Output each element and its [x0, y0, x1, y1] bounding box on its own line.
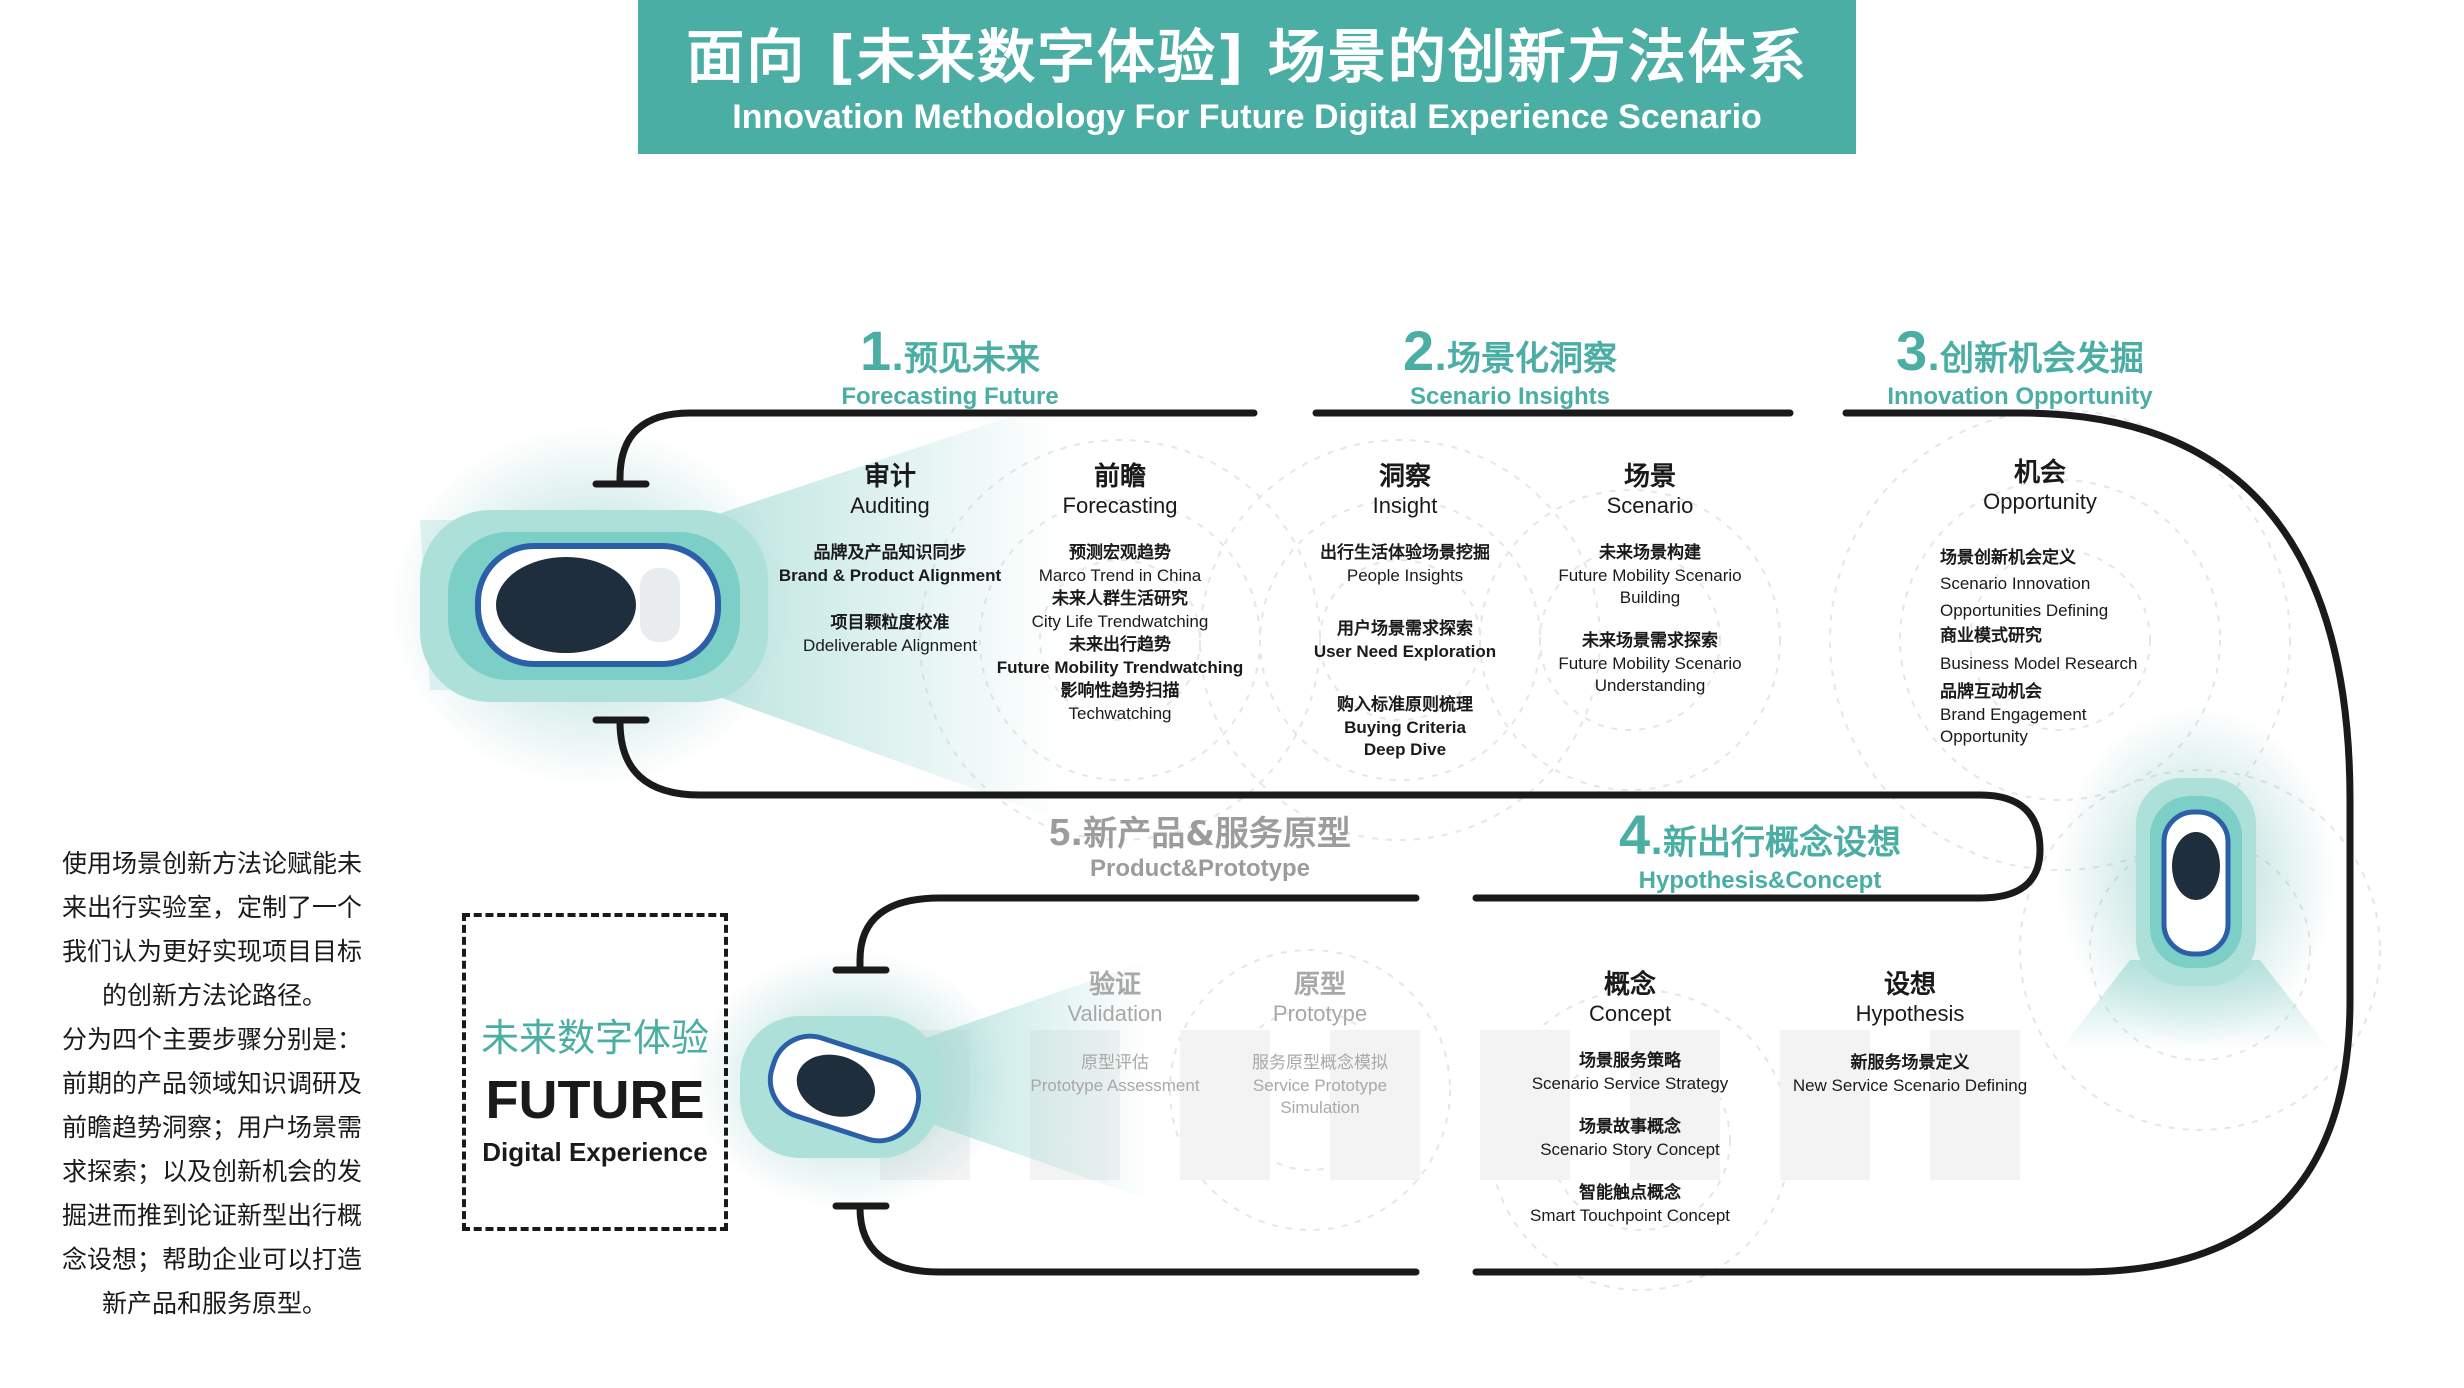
description-line: 前期的产品领域知识调研及 — [62, 1069, 363, 1098]
item-en: Scenario Story Concept — [1540, 1140, 1720, 1159]
step-2-heading: 2.场景化洞察 Scenario Insights — [1340, 318, 1680, 411]
description-line: 我们认为更好实现项目目标 — [62, 937, 363, 966]
step-3-column-heading: 机会 Opportunity — [1940, 452, 2140, 515]
step-4-title-en: Hypothesis&Concept — [1638, 867, 1882, 894]
step-2-title-en: Scenario Insights — [1409, 383, 1611, 410]
item-en: Service Prototype Simulation — [1252, 1076, 1388, 1117]
item-cn: 用户场景需求探索 — [1337, 619, 1473, 639]
step-3-heading: 3.创新机会发掘 Innovation Opportunity — [1860, 318, 2180, 411]
step-4-column-concept: 概念 Concept 场景服务策略 Scenario Service Strat… — [1510, 964, 1750, 1227]
item-en: Buying Criteria Deep Dive — [1344, 718, 1466, 759]
column-title-cn: 概念 — [1603, 970, 1656, 1000]
future-box: 未来数字体验 FUTURE Digital Experience — [462, 913, 728, 1231]
item-en: Smart Touchpoint Concept — [1529, 1206, 1731, 1225]
column-title-en: Forecasting — [1062, 493, 1178, 518]
future-box-big: FUTURE — [485, 1070, 705, 1130]
description-line: 掘进而推到论证新型出行概 — [62, 1201, 363, 1230]
car-icon-1 — [475, 543, 721, 667]
column-title-en: Scenario — [1606, 493, 1694, 518]
step-5-heading: 5.新产品&服务原型 Product&Prototype — [1030, 806, 1370, 883]
step-5-column-validation: 验证 Validation 原型评估 Prototype Assessment — [1010, 964, 1220, 1097]
item-en: Future Mobility Scenario Building — [1558, 566, 1742, 607]
step-2-title-cn: .场景化洞察 — [1434, 339, 1618, 379]
column-title-en: Opportunity — [1983, 489, 2097, 514]
item-cn: 未来出行趋势 — [1069, 635, 1171, 655]
item-en: Business Model Research — [1940, 654, 2138, 673]
step-4-column-hypothesis: 设想 Hypothesis 新服务场景定义 New Service Scenar… — [1770, 964, 2050, 1097]
item-cn: 商业模式研究 — [1940, 626, 2042, 646]
step-1-title-cn: .预见未来 — [891, 339, 1041, 379]
description-line: 新产品和服务原型。 — [102, 1289, 328, 1318]
step-1-heading: 1.预见未来 Forecasting Future — [790, 318, 1110, 411]
column-title-cn: 场景 — [1623, 462, 1676, 492]
column-title-en: Insight — [1372, 493, 1438, 518]
item-cn: 场景创新机会定义 — [1940, 548, 2076, 568]
item-cn: 服务原型概念模拟 — [1252, 1053, 1388, 1073]
step-4-number: 4 — [1618, 803, 1651, 866]
column-title-cn: 验证 — [1088, 970, 1141, 1000]
item-en: Future Mobility Trendwatching — [996, 658, 1244, 677]
column-title-cn: 洞察 — [1378, 462, 1431, 492]
step-5-column-prototype: 原型 Prototype 服务原型概念模拟 Service Prototype … — [1225, 964, 1415, 1119]
column-title-cn: 设想 — [1883, 970, 1936, 1000]
item-en: Scenario Innovation Opportunities Defini… — [1940, 574, 2109, 620]
step-2-column-scenario: 场景 Scenario 未来场景构建 Future Mobility Scena… — [1545, 456, 1755, 697]
description-line: 念设想；帮助企业可以打造 — [62, 1245, 363, 1274]
item-cn: 出行生活体验场景挖掘 — [1320, 543, 1490, 563]
step-5-title-en: Product&Prototype — [1089, 855, 1310, 882]
description-line: 使用场景创新方法论赋能未 — [62, 849, 363, 878]
step-2-number: 2 — [1402, 319, 1435, 382]
item-cn: 原型评估 — [1081, 1053, 1149, 1073]
description-text: 使用场景创新方法论赋能未 来出行实验室，定制了一个 我们认为更好实现项目目标 的… — [62, 842, 388, 1326]
step-3-title-cn: .创新机会发掘 — [1927, 339, 2145, 379]
item-cn: 场景故事概念 — [1579, 1117, 1681, 1137]
item-en: Marco Trend in China — [1038, 566, 1202, 585]
item-cn: 新服务场景定义 — [1850, 1053, 1970, 1073]
item-cn: 未来场景需求探索 — [1582, 631, 1718, 651]
item-cn: 预测宏观趋势 — [1069, 543, 1171, 563]
item-en: People Insights — [1346, 566, 1464, 585]
description-line: 前瞻趋势洞察；用户场景需 — [62, 1113, 363, 1142]
item-cn: 智能触点概念 — [1579, 1183, 1681, 1203]
step-1-title-en: Forecasting Future — [841, 383, 1059, 410]
column-title-cn: 原型 — [1293, 970, 1346, 1000]
step-5-number: 5 — [1049, 812, 1071, 854]
item-cn: 购入标准原则梳理 — [1337, 695, 1473, 715]
column-title-en: Concept — [1589, 1001, 1671, 1026]
step-3-title-en: Innovation Opportunity — [1887, 383, 2153, 410]
column-title-cn: 机会 — [2013, 458, 2066, 488]
step-4-heading: 4.新出行概念设想 Hypothesis&Concept — [1580, 802, 1940, 895]
description-line: 分为四个主要步骤分别是： — [62, 1025, 363, 1054]
step-3-column-opportunity: 场景创新机会定义 Scenario Innovation Opportuniti… — [1940, 546, 2160, 748]
item-cn: 影响性趋势扫描 — [1060, 681, 1180, 701]
item-cn: 场景服务策略 — [1579, 1051, 1681, 1071]
item-en: City Life Trendwatching — [1031, 612, 1209, 631]
description-line: 来出行实验室，定制了一个 — [62, 893, 363, 922]
future-box-sub: Digital Experience — [482, 1137, 708, 1167]
column-title-cn: 前瞻 — [1093, 462, 1146, 492]
step-1-column-forecasting: 前瞻 Forecasting 预测宏观趋势 Marco Trend in Chi… — [970, 456, 1270, 725]
future-box-cn: 未来数字体验 — [480, 1016, 709, 1060]
description-line: 求探索；以及创新机会的发 — [62, 1157, 363, 1186]
item-en: Brand Engagement Opportunity — [1940, 705, 2087, 746]
item-en: Techwatching — [1068, 704, 1172, 723]
item-en: Prototype Assessment — [1030, 1076, 1200, 1095]
item-en: New Service Scenario Defining — [1792, 1076, 2028, 1095]
step-5-title-cn: .新产品&服务原型 — [1070, 814, 1351, 854]
description-line: 的创新方法论路径。 — [102, 981, 328, 1010]
step-4-title-cn: .新出行概念设想 — [1650, 823, 1902, 863]
item-en: User Need Exploration — [1313, 642, 1497, 661]
step-1-number: 1 — [859, 319, 892, 382]
step-3-number: 3 — [1895, 319, 1928, 382]
item-cn: 未来场景构建 — [1599, 543, 1701, 563]
column-title-en: Prototype — [1272, 1001, 1368, 1026]
item-cn: 品牌互动机会 — [1940, 682, 2042, 702]
item-cn: 未来人群生活研究 — [1052, 589, 1188, 609]
car-icon-2 — [2161, 809, 2231, 957]
item-en: Scenario Service Strategy — [1531, 1074, 1729, 1093]
column-title-en: Validation — [1067, 1001, 1163, 1026]
column-title-en: Hypothesis — [1855, 1001, 1965, 1026]
item-en: Future Mobility Scenario Understanding — [1558, 654, 1742, 695]
step-2-column-insight: 洞察 Insight 出行生活体验场景挖掘 People Insights 用户… — [1300, 456, 1510, 761]
